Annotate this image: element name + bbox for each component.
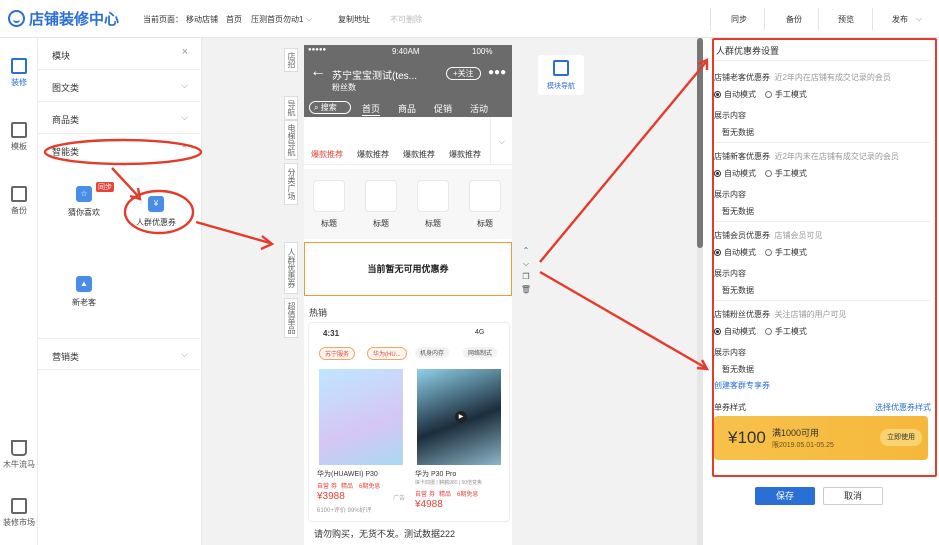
annotation-arrow	[539, 61, 707, 263]
annotation-arrow	[539, 270, 707, 370]
annotation-arrow	[111, 167, 139, 197]
highlight-ellipse	[43, 138, 203, 166]
annotation-overlay	[43, 58, 710, 371]
annotation-arrow	[195, 220, 271, 245]
